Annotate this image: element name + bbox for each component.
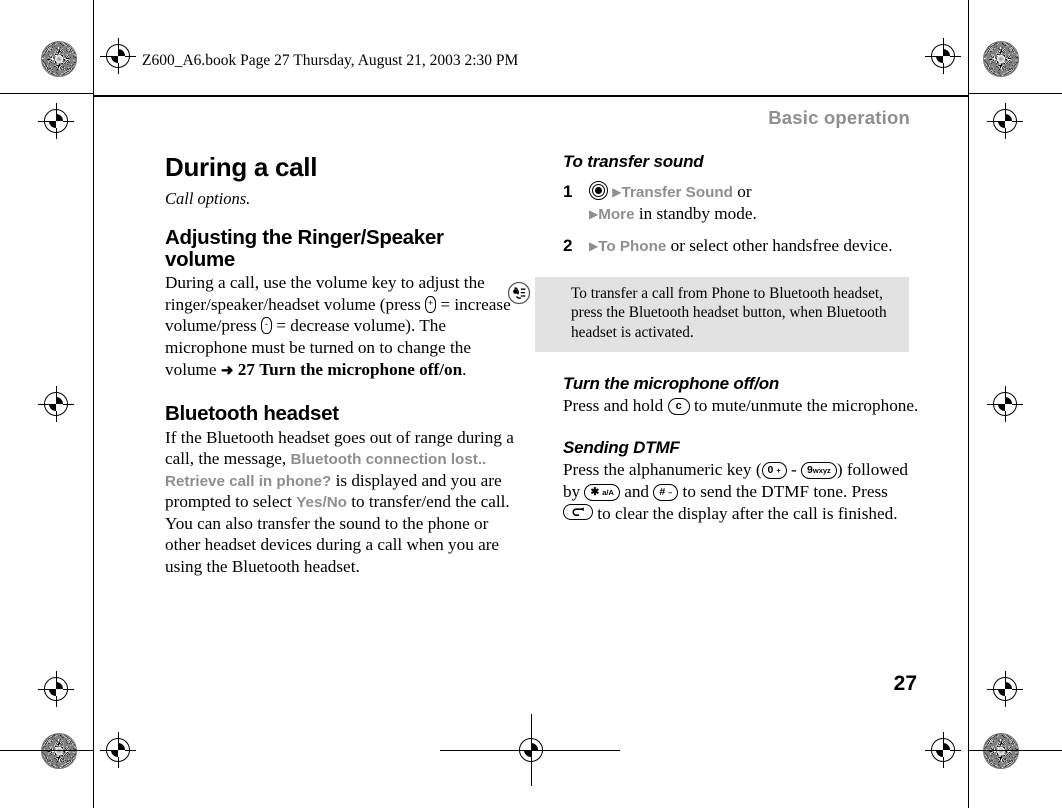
ui-string-transfer-sound: Transfer Sound [621, 184, 733, 201]
left-column: During a call Call options. Adjusting th… [165, 152, 515, 578]
dtmf-body-d: to send the DTMF tone. Press [682, 482, 888, 502]
file-header-text: Z600_A6.book Page 27 Thursday, August 21… [142, 52, 519, 69]
starburst-registration-mark-bottom-left [41, 733, 77, 769]
procedure-step-2: 2 ▶To Phone or select other handsfree de… [563, 235, 921, 257]
joystick-press-icon [589, 181, 608, 200]
key-9-icon: 9wxyz [801, 462, 837, 480]
step-text: ▶To Phone or select other handsfree devi… [589, 235, 921, 257]
heading-line-2: volume [165, 248, 235, 272]
paragraph-bluetooth-range: If the Bluetooth headset goes out of ran… [165, 427, 515, 513]
key-0-label: 0 [767, 464, 774, 477]
key-0-sub: + [776, 466, 781, 476]
paragraph-dtmf: Press the alphanumeric key (0 + - 9wxyz)… [563, 459, 921, 524]
crosshair-mark-top-right-inner [925, 38, 961, 74]
menu-arrow-icon: ▶ [612, 185, 622, 199]
section-heading-dtmf: Sending DTMF [563, 438, 680, 458]
trim-rule-top-left [0, 93, 93, 94]
ringer-body-a: During a call, use the volume key to adj… [165, 273, 485, 314]
trim-rule-top-right [969, 93, 1062, 94]
page-title: During a call [165, 152, 318, 182]
step-number: 2 [563, 235, 573, 255]
ui-string-yes: Yes [296, 494, 323, 512]
section-heading-bluetooth-headset: Bluetooth headset [165, 402, 339, 426]
step-mid-text: or [737, 182, 752, 201]
key-hash-icon: # – [653, 484, 679, 502]
ui-string-no: No [326, 494, 347, 512]
crosshair-mark-right-upper [987, 386, 1023, 422]
key-star-icon: ✱ a/A [584, 484, 620, 502]
ui-string-to-phone: To Phone [598, 237, 667, 255]
crosshair-mark-mid-right [987, 103, 1023, 139]
crosshair-mark-top-left-inner [100, 38, 136, 74]
cross-reference-arrow-icon: ➜ [220, 362, 234, 379]
heading-line-1: Adjusting the Ringer/Speaker [165, 226, 444, 249]
crosshair-mark-left-lower [38, 671, 74, 707]
menu-arrow-icon-2: ▶ [589, 207, 599, 222]
volume-down-key-icon: - [260, 317, 272, 335]
starburst-registration-mark-bottom-right [983, 733, 1019, 769]
key-hash-label: # [659, 486, 666, 499]
dtmf-body-c: and [624, 482, 650, 502]
key-star-sub: a/A [602, 488, 614, 498]
procedure-step-1: 1 ▶Transfer Sound or ▶More in standby mo… [563, 181, 921, 226]
trim-rule-bottom-right [969, 750, 1062, 751]
bt-body-c: to transfer/end the call. [351, 492, 510, 512]
clear-key-icon: c [667, 397, 690, 415]
cross-reference-title: Turn the microphone off/on [259, 359, 463, 379]
mic-body-a: Press and hold [563, 395, 664, 415]
step-text: ▶Transfer Sound or ▶More in standby mode… [589, 181, 921, 226]
crosshair-mark-bottom-right-inner [925, 732, 961, 768]
paragraph-ringer-volume: During a call, use the volume key to adj… [165, 272, 515, 380]
step-tail-text: in standby mode. [638, 204, 757, 224]
page-caption: Call options. [165, 189, 251, 208]
crosshair-mark-left-upper [38, 386, 74, 422]
key-hash-sub: – [668, 488, 673, 498]
page-number: 27 [893, 672, 917, 695]
step-number: 1 [563, 182, 573, 201]
procedure-heading-transfer-sound: To transfer sound [563, 152, 704, 171]
trim-rule-bottom-left [0, 750, 93, 751]
paragraph-microphone: Press and hold c to mute/unmute the micr… [563, 395, 921, 417]
dtmf-dash: - [791, 460, 797, 480]
back-key-icon [563, 503, 593, 520]
running-head-title: Basic operation [768, 107, 910, 128]
ui-string-more: More [598, 206, 635, 224]
crosshair-mark-bottom-left-inner [100, 732, 136, 768]
header-rule [93, 95, 969, 97]
tip-note-box: To transfer a call from Phone to Bluetoo… [507, 277, 909, 352]
key-9-sub: wxyz [812, 466, 831, 476]
dtmf-body-a: Press the alphanumeric key ( [563, 460, 762, 480]
cross-reference-page: 27 [237, 359, 255, 379]
section-heading-microphone: Turn the microphone off/on [563, 373, 780, 393]
trim-rule-vertical-center [531, 714, 532, 786]
key-star-label: ✱ [590, 486, 600, 499]
section-heading-ringer-volume: Adjusting the Ringer/Speaker volume [165, 226, 515, 272]
crosshair-mark-mid-left [38, 103, 74, 139]
step-tail-text: or select other handsfree device. [670, 235, 893, 255]
mic-body-b: to mute/unmute the microphone. [693, 395, 919, 415]
key-0-icon: 0 + [761, 462, 787, 480]
paragraph-bluetooth-transfer: You can also transfer the sound to the p… [165, 513, 500, 576]
right-column: To transfer sound 1 ▶Transfer Sound or ▶… [507, 152, 921, 524]
tip-icon [507, 281, 531, 305]
menu-arrow-icon: ▶ [589, 238, 599, 253]
volume-up-key-icon: + [425, 295, 437, 313]
starburst-registration-mark-top-left [41, 41, 77, 77]
trim-rule-bottom-center [440, 750, 620, 751]
starburst-registration-mark-top-right [983, 41, 1019, 77]
crosshair-mark-right-lower [987, 671, 1023, 707]
cross-reference-period: . [462, 359, 467, 379]
dtmf-body-e: to clear the display after the call is f… [597, 503, 898, 523]
tip-text: To transfer a call from Phone to Bluetoo… [571, 285, 887, 341]
